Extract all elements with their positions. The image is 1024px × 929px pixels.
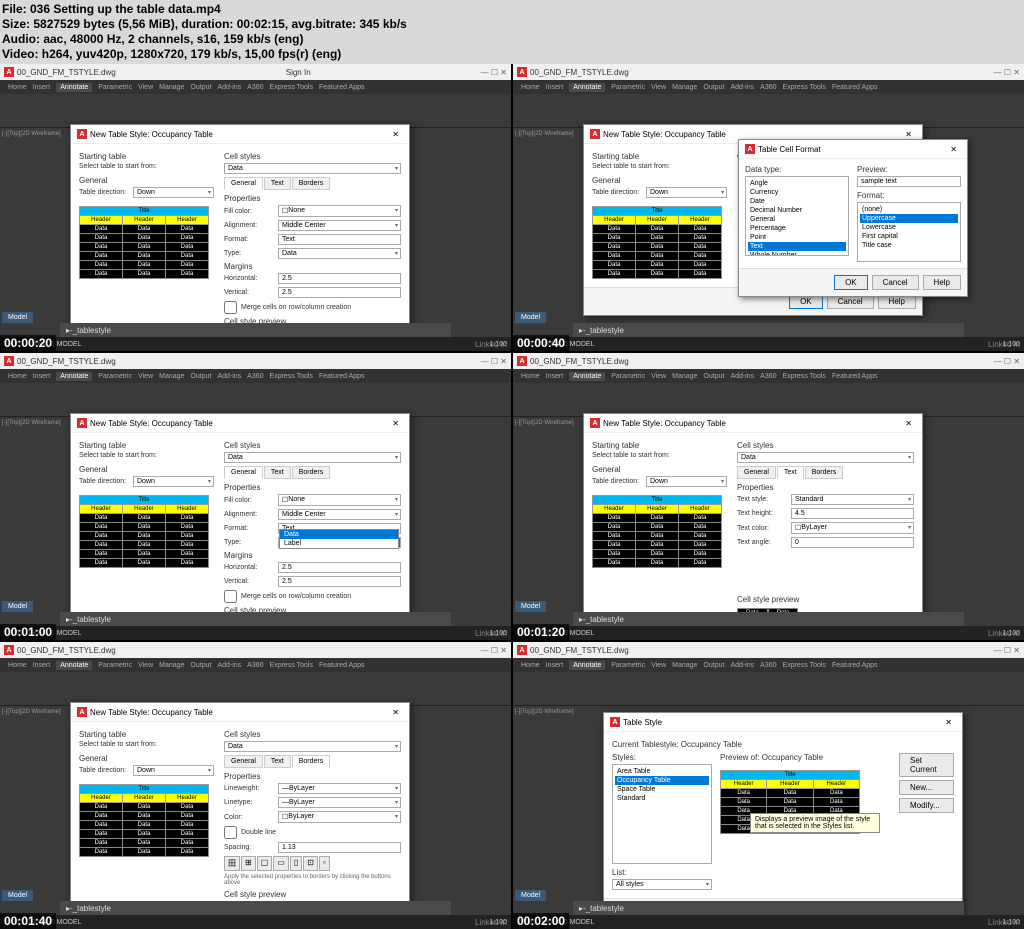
thumbnail-frame: A00_GND_FM_TSTYLE.dwg— ☐ ✕ HomeInsertAnn… [0, 353, 511, 640]
app-logo: A [4, 67, 14, 77]
tab-text[interactable]: Text [264, 177, 291, 190]
table-cell-format-dialog: ATable Cell Format✕ Data type: AngleCurr… [738, 139, 968, 297]
tab-general[interactable]: General [224, 177, 263, 190]
table-style-dialog: ANew Table Style: Occupancy Table✕ Start… [70, 124, 410, 351]
table-style-dialog: ANew Table Style: Occupancy Table✕ Start… [70, 413, 410, 640]
tab-text[interactable]: Text [777, 466, 804, 479]
command-line[interactable]: ▸ -_tablestyle [60, 323, 451, 337]
table-style-manager-dialog: ATable Style✕ Current Tablestyle: Occupa… [603, 712, 963, 927]
format-listbox[interactable]: (none)UppercaseLowercaseFirst capitalTit… [857, 202, 961, 262]
type-dropdown-open[interactable]: Data Label [279, 529, 399, 549]
ribbon-panel [0, 94, 511, 128]
double-line-checkbox[interactable] [224, 826, 237, 839]
file-metadata: File: 036 Setting up the table data.mp4 … [0, 0, 1024, 64]
close-icon[interactable]: ✕ [388, 130, 403, 139]
modify-button[interactable]: Modify... [899, 798, 954, 813]
tab-borders[interactable]: Borders [292, 177, 331, 190]
tab-borders[interactable]: Borders [292, 755, 331, 768]
viewport-label: [-][Top][2D Wireframe] [2, 131, 61, 137]
set-current-button[interactable]: Set Current [899, 753, 954, 777]
table-style-dialog: ANew Table Style: Occupancy Table✕ Start… [583, 413, 923, 640]
filename: 00_GND_FM_TSTYLE.dwg [17, 68, 116, 77]
thumbnail-frame: A00_GND_FM_TSTYLE.dwg— ☐ ✕ HomeInsertAnn… [513, 353, 1024, 640]
thumbnail-frame: A 00_GND_FM_TSTYLE.dwg Sign In — ☐ ✕ Hom… [0, 64, 511, 351]
timestamp: 00:00:20 [0, 335, 56, 351]
ribbon-tabs[interactable]: HomeInsertAnnotateParametricViewManageOu… [0, 80, 511, 94]
window-titlebar: A 00_GND_FM_TSTYLE.dwg Sign In — ☐ ✕ [0, 64, 511, 80]
status-bar: 29257, 18094, 0 MODEL1:100 [0, 337, 511, 351]
new-button[interactable]: New... [899, 780, 954, 795]
merge-checkbox[interactable] [224, 301, 237, 314]
thumbnail-frame: A00_GND_FM_TSTYLE.dwg— ☐ ✕ HomeInsertAnn… [513, 642, 1024, 929]
watermark: Linked in [475, 340, 507, 349]
data-type-listbox[interactable]: AngleCurrencyDateDecimal NumberGeneralPe… [745, 176, 849, 256]
preview-table: Title HeaderHeaderHeader DataDataData Da… [79, 206, 209, 279]
window-controls[interactable]: — ☐ ✕ [481, 68, 507, 77]
thumbnail-frame: A00_GND_FM_TSTYLE.dwg— ☐ ✕ HomeInsertAnn… [0, 642, 511, 929]
list-filter-dropdown[interactable]: All styles [612, 879, 712, 890]
thumbnail-frame: A00_GND_FM_TSTYLE.dwg— ☐ ✕ HomeInsertAnn… [513, 64, 1024, 351]
table-style-dialog: ANew Table Style: Occupancy Table✕ Start… [70, 702, 410, 929]
styles-listbox[interactable]: Area Table Occupancy Table Space Table S… [612, 764, 712, 864]
cell-style-dropdown[interactable]: Data [224, 163, 401, 174]
tooltip: Displays a preview image of the style th… [750, 813, 880, 833]
border-buttons[interactable]: 田⊞▢▭▯⊡▫ [224, 856, 401, 871]
model-tab[interactable]: Model [2, 312, 33, 323]
thumbnail-grid: A 00_GND_FM_TSTYLE.dwg Sign In — ☐ ✕ Hom… [0, 64, 1024, 929]
table-direction-dropdown[interactable]: Down [133, 187, 214, 198]
